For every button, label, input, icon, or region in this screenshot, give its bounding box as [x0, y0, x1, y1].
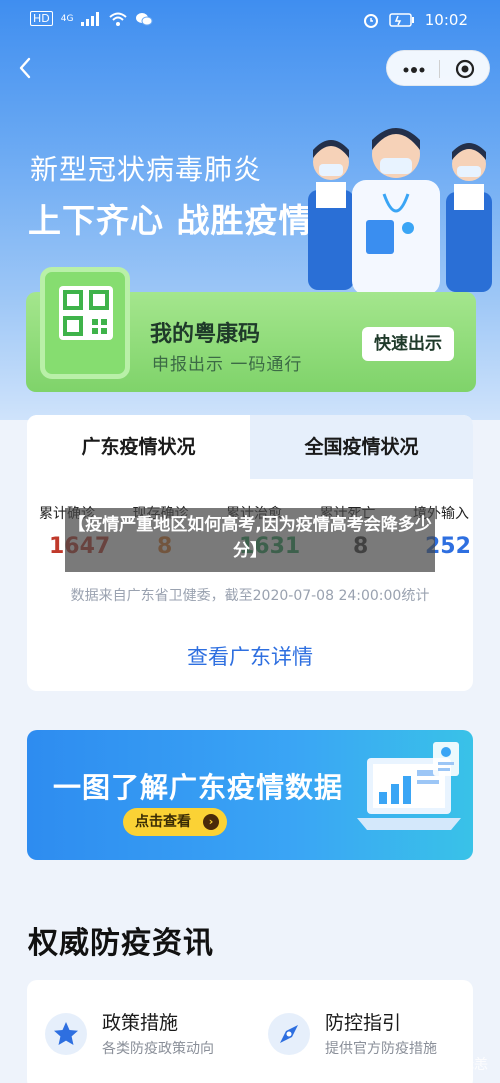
hero-title-line2: 上下齐心 战胜疫情: [28, 201, 313, 240]
hero-title-line1: 新型冠状病毒肺炎: [30, 153, 263, 186]
policy-icon-badge: [45, 1013, 87, 1055]
banner-view-label: 点击查看: [135, 814, 191, 830]
quick-show-button[interactable]: 快速出示: [362, 327, 454, 361]
view-guangdong-details-link[interactable]: 查看广东详情: [27, 641, 473, 671]
qr-code-tile: [40, 267, 130, 379]
info-item-title: 政策措施: [102, 1012, 179, 1034]
data-source-note: 数据来自广东省卫健委，截至2020-07-08 24:00:00统计: [70, 588, 430, 604]
headline-overlay-text: 【疫情严重地区如何高考,因为疫情高考会降多少分】: [68, 515, 432, 561]
tab-national[interactable]: 全国疫情状况: [250, 415, 473, 479]
info-item-subtitle: 各类防疫政策动向: [102, 1041, 214, 1057]
capsule-divider: [439, 60, 440, 78]
battery-icon: [389, 13, 414, 27]
status-bar: HD 4G 10:02: [0, 0, 500, 40]
miniprogram-capsule: [386, 50, 490, 86]
qr-code-icon: [63, 290, 109, 336]
banner-view-button[interactable]: 点击查看 ›: [123, 808, 227, 836]
tab-guangdong[interactable]: 广东疫情状况: [27, 415, 250, 479]
medical-staff-illustration: [308, 128, 492, 295]
banner-title: 一图了解广东疫情数据: [53, 771, 344, 804]
signal-label: 4G: [60, 13, 74, 24]
close-target-icon[interactable]: [455, 59, 475, 79]
network-badge: HD: [30, 11, 53, 26]
guidance-icon-badge: [268, 1013, 310, 1055]
star-icon: [54, 1022, 78, 1045]
health-code-subtitle: 申报出示 一码通行: [152, 355, 303, 375]
wifi-icon: [109, 12, 128, 26]
watermark: 知乎 @郑无恙: [399, 1057, 488, 1073]
health-code-title: 我的粤康码: [150, 322, 261, 347]
info-item-policy[interactable]: 政策措施 各类防疫政策动向: [27, 980, 250, 1080]
section-title: 权威防疫资讯: [28, 926, 214, 961]
wechat-icon: [136, 12, 153, 25]
compass-icon: [280, 1025, 298, 1043]
data-infographic-banner[interactable]: 一图了解广东疫情数据 点击查看 ›: [27, 730, 473, 860]
info-item-title: 防控指引: [325, 1012, 402, 1034]
clock-time: 10:02: [424, 11, 468, 29]
laptop-chart-illustration: [357, 742, 461, 830]
back-arrow-icon[interactable]: [14, 56, 38, 80]
arrow-right-icon: ›: [203, 814, 219, 830]
signal-icon: [81, 11, 100, 26]
alarm-icon: [363, 14, 378, 28]
more-dots-icon[interactable]: [403, 67, 425, 73]
